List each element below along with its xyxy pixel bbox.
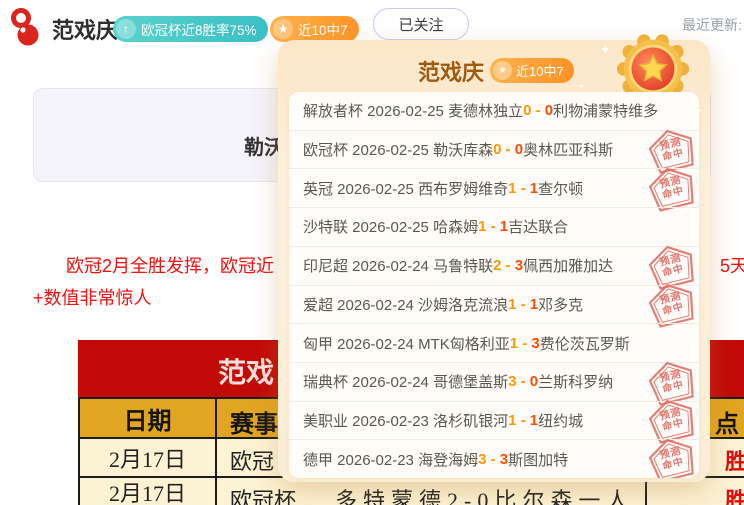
table-cell-right-fragment: 胜 <box>725 483 744 505</box>
score-separator: - <box>486 218 499 235</box>
streak-badge: ★ 近10中7 <box>270 16 359 42</box>
red-promo-line2: +数值非常惊人 <box>33 284 152 310</box>
match-row[interactable]: 解放者杯 2026-02-25 麦德林独立0 - 0利物浦蒙特维多 <box>289 92 699 130</box>
match-row[interactable]: 英冠 2026-02-25 西布罗姆维奇1 - 1查尔顿 预测命中 <box>289 168 699 207</box>
match-info: 沙特联 2026-02-25 哈森姆 <box>303 216 478 237</box>
star-icon: ★ <box>493 61 512 80</box>
star-icon: ★ <box>273 19 293 39</box>
home-score: 1 <box>478 218 486 235</box>
away-score: 3 <box>500 451 508 468</box>
match-info: 英冠 2026-02-25 西布罗姆维奇 <box>303 178 508 199</box>
match-info: 欧冠杯 2026-02-25 勒沃库森 <box>303 139 493 160</box>
match-row[interactable]: 沙特联 2026-02-25 哈森姆1 - 1吉达联合 <box>289 207 699 246</box>
table-header-date: 日期 <box>80 399 217 437</box>
home-score: 1 <box>510 335 518 352</box>
away-score: 1 <box>530 412 538 429</box>
away-score: 0 <box>545 102 553 119</box>
home-score: 0 <box>523 102 531 119</box>
match-info: 德甲 2026-02-23 海登海姆 <box>303 449 478 470</box>
win-rate-badge-label: 欧冠杯近8胜率75% <box>141 19 257 39</box>
table-row: 2月17日 欧冠杯 多特蒙德2-0比尔森一人 胜 <box>78 478 744 505</box>
away-team: 佩西加雅加达 <box>523 255 613 276</box>
expert-record-popup: 范戏庆 ★ 近10中7 ✦ ✦ ✦ 解放者杯 2026-02-25 麦德林独立0… <box>278 40 710 482</box>
match-info: 爱超 2026-02-24 沙姆洛克流浪 <box>303 294 508 315</box>
score-separator: - <box>516 180 529 197</box>
table-column-divider <box>645 478 647 505</box>
away-score: 3 <box>515 257 523 274</box>
away-team: 纽约城 <box>538 410 583 431</box>
away-score: 3 <box>531 335 539 352</box>
away-team: 查尔顿 <box>538 178 583 199</box>
prediction-hit-stamp: 预测命中 <box>645 433 699 478</box>
away-score: 1 <box>500 218 508 235</box>
match-info: 印尼超 2026-02-24 马鲁特联 <box>303 255 493 276</box>
red-promo-line1-end: 5天 <box>720 252 744 278</box>
score-separator: - <box>516 296 529 313</box>
score-separator: - <box>531 102 544 119</box>
away-team: 利物浦蒙特维多 <box>553 100 658 121</box>
score-separator: - <box>518 335 531 352</box>
table-cell-event: 欧冠杯 <box>230 483 296 505</box>
match-row[interactable]: 美职业 2026-02-23 洛杉矶银河1 - 1纽约城 预测命中 <box>289 401 699 440</box>
match-info: 解放者杯 2026-02-25 麦德林独立 <box>303 100 523 121</box>
table-cell-result-fragment: 多特蒙德2-0比尔森一人 <box>335 483 634 505</box>
table-title-fragment: 范戏 <box>218 351 274 391</box>
score-separator: - <box>516 412 529 429</box>
followed-button[interactable]: 已关注 <box>373 8 469 40</box>
score-separator: - <box>486 451 499 468</box>
away-score: 1 <box>530 180 538 197</box>
away-score: 0 <box>530 373 538 390</box>
away-team: 费伦茨瓦罗斯 <box>540 333 630 354</box>
score-separator: - <box>516 373 529 390</box>
sparkle-icon: ✦ <box>600 42 611 58</box>
match-history-list: 解放者杯 2026-02-25 麦德林独立0 - 0利物浦蒙特维多 欧冠杯 20… <box>289 92 699 478</box>
match-row[interactable]: 德甲 2026-02-23 海登海姆3 - 3斯图加特 预测命中 <box>289 439 699 478</box>
match-row[interactable]: 瑞典杯 2026-02-24 哥德堡盖斯3 - 0兰斯科罗纳 预测命中 <box>289 362 699 401</box>
arrow-up-icon: ↑ <box>116 19 136 39</box>
home-score: 3 <box>478 451 486 468</box>
away-team: 斯图加特 <box>508 449 568 470</box>
site-logo-icon <box>8 7 42 49</box>
popup-streak-badge: ★ 近10中7 <box>490 58 574 83</box>
score-separator: - <box>501 257 514 274</box>
match-info: 美职业 2026-02-23 洛杉矶银河 <box>303 410 508 431</box>
home-score: 0 <box>493 141 501 158</box>
match-row[interactable]: 欧冠杯 2026-02-25 勒沃库森0 - 0奥林匹亚科斯 预测命中 <box>289 130 699 169</box>
match-row[interactable]: 爱超 2026-02-24 沙姆洛克流浪1 - 1邓多克 预测命中 <box>289 285 699 324</box>
away-score: 1 <box>530 296 538 313</box>
away-team: 邓多克 <box>538 294 583 315</box>
home-score: 1 <box>508 180 516 197</box>
home-score: 1 <box>508 296 516 313</box>
home-score: 2 <box>493 257 501 274</box>
table-cell-date: 2月17日 <box>80 478 217 505</box>
table-cell-right-fragment: 胜 <box>725 444 744 476</box>
score-separator: - <box>501 141 514 158</box>
table-cell-date: 2月17日 <box>80 439 217 476</box>
win-rate-badge: ↑ 欧冠杯近8胜率75% <box>113 16 268 42</box>
away-team: 兰斯科罗纳 <box>538 371 613 392</box>
red-promo-line1: 欧冠2月全胜发挥，欧冠近 <box>66 252 274 278</box>
match-info: 匈甲 2026-02-24 MTK匈格利亚 <box>303 333 510 354</box>
streak-badge-label: 近10中7 <box>298 19 348 39</box>
match-info: 瑞典杯 2026-02-24 哥德堡盖斯 <box>303 371 508 392</box>
sparkle-icon: ✦ <box>694 106 702 117</box>
away-team: 吉达联合 <box>508 216 568 237</box>
sparkle-icon: ✦ <box>578 82 585 91</box>
table-cell-event: 欧冠 <box>230 444 274 476</box>
popup-title: 范戏庆 <box>418 55 484 87</box>
expert-name: 范戏庆 <box>52 13 118 45</box>
home-score: 1 <box>508 412 516 429</box>
home-score: 3 <box>508 373 516 390</box>
match-row[interactable]: 匈甲 2026-02-24 MTK匈格利亚1 - 3费伦茨瓦罗斯 <box>289 323 699 362</box>
match-row[interactable]: 印尼超 2026-02-24 马鲁特联2 - 3佩西加雅加达 预测命中 <box>289 246 699 285</box>
away-score: 0 <box>515 141 523 158</box>
away-team: 奥林匹亚科斯 <box>523 139 613 160</box>
popup-streak-badge-label: 近10中7 <box>516 61 564 80</box>
table-header-right-fragment: 点 <box>715 404 739 439</box>
table-header-event: 赛事 <box>230 404 278 439</box>
